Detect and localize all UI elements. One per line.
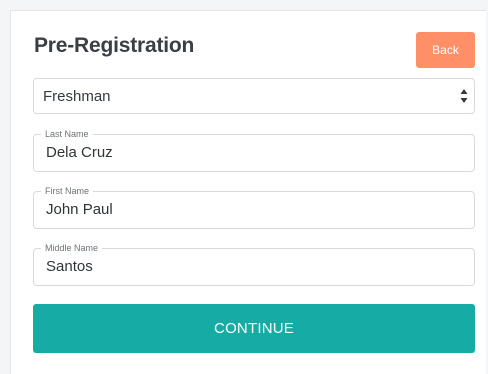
last-name-field[interactable]: Last Name Dela Cruz [33,128,475,172]
back-button[interactable]: Back [416,32,475,68]
page-title: Pre-Registration [34,34,195,57]
last-name-label: Last Name [41,128,93,140]
middle-name-label: Middle Name [41,242,103,254]
year-level-select[interactable]: Freshman [33,78,475,114]
middle-name-input[interactable]: Santos [46,258,93,275]
first-name-label: First Name [41,185,94,197]
first-name-input[interactable]: John Paul [46,201,113,218]
pre-registration-card: Pre-Registration Back Freshman Last Name… [10,10,486,374]
middle-name-field[interactable]: Middle Name Santos [33,242,475,286]
last-name-input[interactable]: Dela Cruz [46,144,113,161]
continue-button[interactable]: CONTINUE [33,304,475,353]
first-name-field[interactable]: First Name John Paul [33,185,475,229]
up-down-arrows-icon [460,89,468,103]
year-level-selected-value: Freshman [43,88,111,105]
